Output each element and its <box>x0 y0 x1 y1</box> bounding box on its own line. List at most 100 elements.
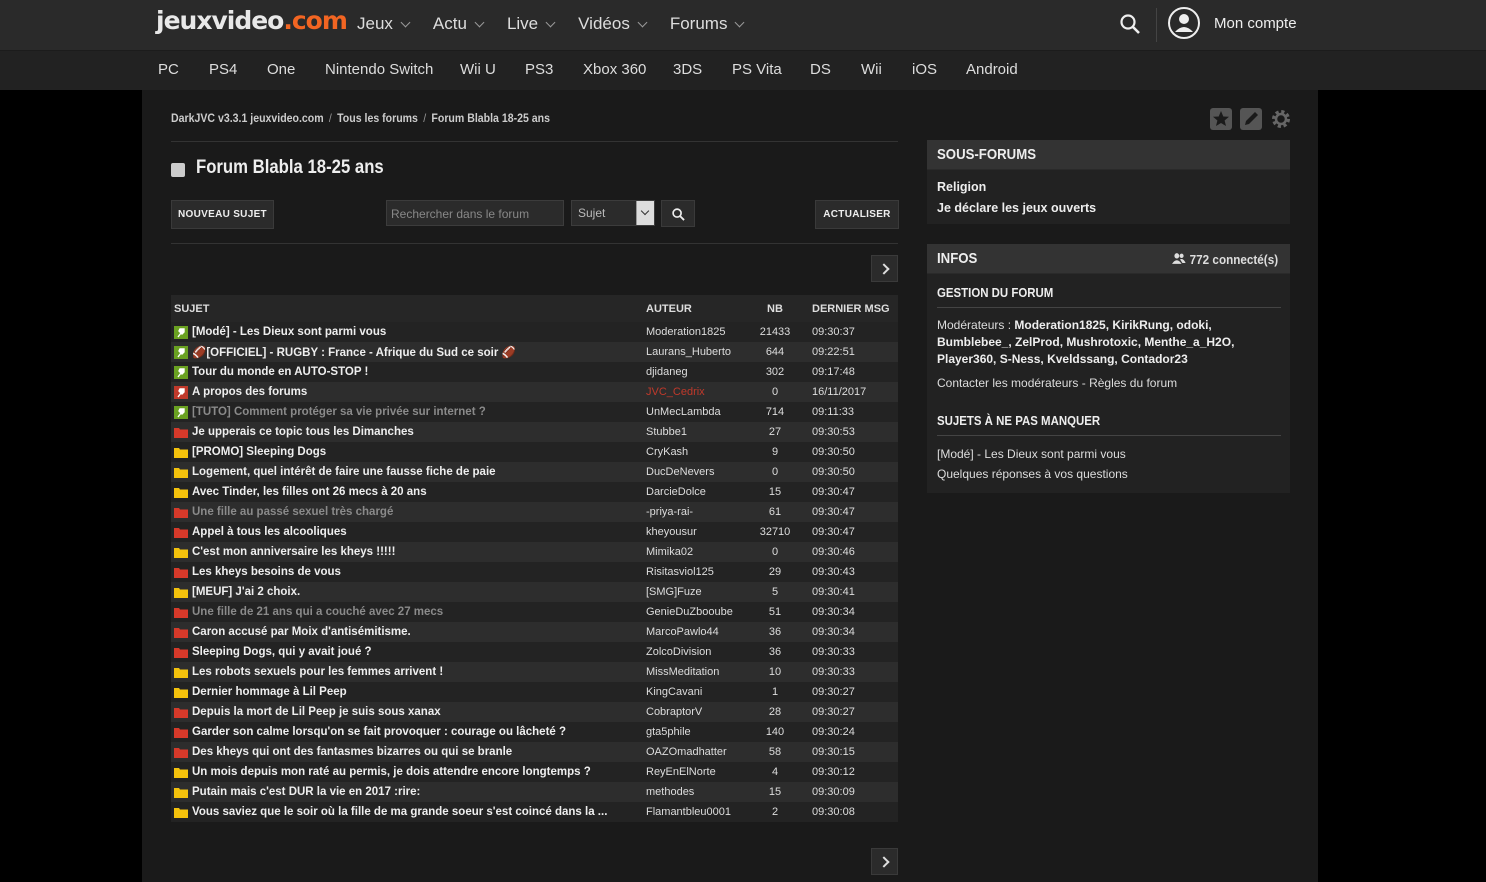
table-row[interactable]: Appel à tous les alcooliques kheyousur 327… <box>171 522 898 542</box>
topic-author[interactable]: -priya-rai- <box>646 502 746 522</box>
table-row[interactable]: Un mois depuis mon raté au permis, je do… <box>171 762 898 782</box>
topic-last-msg[interactable]: 09:30:47 <box>804 522 898 542</box>
topic-title-link[interactable]: Putain mais c'est DUR la vie en 2017 :ri… <box>188 786 420 798</box>
topic-title-link[interactable]: Une fille de 21 ans qui a couché avec 27… <box>188 606 443 618</box>
table-row[interactable]: Tour du monde en AUTO-STOP ! djidaneg 302 0… <box>171 362 898 382</box>
topic-title-link[interactable]: [TUTO] Comment protéger sa vie privée su… <box>188 406 486 418</box>
table-row[interactable]: C'est mon anniversaire les kheys !!!!! Mi… <box>171 542 898 562</box>
topic-author[interactable]: ZolcoDivision <box>646 642 746 662</box>
topic-author[interactable]: Moderation1825 <box>646 322 746 342</box>
platform-wiiu[interactable]: Wii U <box>460 61 496 78</box>
nav-videos[interactable]: Vidéos <box>578 14 648 34</box>
topic-last-msg[interactable]: 09:30:34 <box>804 622 898 642</box>
topic-title-link[interactable]: Un mois depuis mon raté au permis, je do… <box>188 766 591 778</box>
breadcrumb-forums[interactable]: Tous les forums <box>337 111 418 125</box>
col-last-msg[interactable]: DERNIER MSG <box>804 295 898 322</box>
topic-title-link[interactable]: [Modé] - Les Dieux sont parmi vous <box>188 326 386 338</box>
table-row[interactable]: Logement, quel intérêt de faire une faus… <box>171 462 898 482</box>
search-submit-button[interactable] <box>661 200 695 227</box>
topic-last-msg[interactable]: 09:30:08 <box>804 802 898 822</box>
topic-last-msg[interactable]: 09:30:50 <box>804 442 898 462</box>
topic-author[interactable]: Stubbe1 <box>646 422 746 442</box>
platform-ds[interactable]: DS <box>810 61 831 78</box>
table-row[interactable]: Une fille de 21 ans qui a couché avec 27… <box>171 602 898 622</box>
table-row[interactable]: Depuis la mort de Lil Peep je suis sous … <box>171 702 898 722</box>
table-row[interactable]: Caron accusé par Moix d'antisémitisme. Ma… <box>171 622 898 642</box>
topic-last-msg[interactable]: 09:30:34 <box>804 602 898 622</box>
search-icon[interactable] <box>1120 14 1140 34</box>
platform-one[interactable]: One <box>267 61 295 78</box>
table-row[interactable]: [Modé] - Les Dieux sont parmi vous Modera… <box>171 322 898 342</box>
topic-last-msg[interactable]: 09:30:27 <box>804 702 898 722</box>
new-topic-button[interactable]: NOUVEAU SUJET <box>171 200 274 229</box>
topic-last-msg[interactable]: 16/11/2017 <box>804 382 898 402</box>
nav-forums[interactable]: Forums <box>670 14 745 34</box>
search-type-select[interactable]: Sujet <box>571 200 655 226</box>
topic-last-msg[interactable]: 09:30:24 <box>804 722 898 742</box>
next-page-button[interactable] <box>871 255 898 282</box>
topic-last-msg[interactable]: 09:30:12 <box>804 762 898 782</box>
topic-author[interactable]: methodes <box>646 782 746 802</box>
topic-last-msg[interactable]: 09:30:37 <box>804 322 898 342</box>
topic-last-msg[interactable]: 09:30:33 <box>804 662 898 682</box>
topic-last-msg[interactable]: 09:11:33 <box>804 402 898 422</box>
table-row[interactable]: Putain mais c'est DUR la vie en 2017 :ri… <box>171 782 898 802</box>
must-see-link[interactable]: Quelques réponses à vos questions <box>937 466 1267 483</box>
topic-author[interactable]: KingCavani <box>646 682 746 702</box>
star-icon[interactable] <box>1210 108 1232 130</box>
topic-last-msg[interactable]: 09:30:47 <box>804 502 898 522</box>
topic-author[interactable]: Laurans_Huberto <box>646 342 746 362</box>
topic-author[interactable]: CobraptorV <box>646 702 746 722</box>
topic-last-msg[interactable]: 09:30:47 <box>804 482 898 502</box>
table-row[interactable]: A propos des forums JVC_Cedrix 0 16/11/2017 <box>171 382 898 402</box>
topic-title-link[interactable]: C'est mon anniversaire les kheys !!!!! <box>188 546 395 558</box>
table-row[interactable]: Vous saviez que le soir où la fille de m… <box>171 802 898 822</box>
nav-jeux[interactable]: Jeux <box>357 14 411 34</box>
platform-ps4[interactable]: PS4 <box>209 61 237 78</box>
topic-author[interactable]: gta5phile <box>646 722 746 742</box>
table-row[interactable]: [MEUF] J'ai 2 choix. [SMG]Fuze 5 09:30:41 <box>171 582 898 602</box>
pen-icon[interactable] <box>1240 108 1262 130</box>
platform-3ds[interactable]: 3DS <box>673 61 702 78</box>
platform-switch[interactable]: Nintendo Switch <box>325 61 433 78</box>
topic-last-msg[interactable]: 09:30:15 <box>804 742 898 762</box>
topic-title-link[interactable]: Caron accusé par Moix d'antisémitisme. <box>188 626 411 638</box>
topic-author[interactable]: DarcieDolce <box>646 482 746 502</box>
breadcrumb-ext[interactable]: DarkJVC v3.3.1 <box>171 111 247 125</box>
subforum-link[interactable]: Je déclare les jeux ouverts <box>937 201 1096 215</box>
topic-last-msg[interactable]: 09:30:09 <box>804 782 898 802</box>
topic-title-link[interactable]: Garder son calme lorsqu'on se fait provo… <box>188 726 566 738</box>
platform-xbox360[interactable]: Xbox 360 <box>583 61 646 78</box>
platform-android[interactable]: Android <box>966 61 1018 78</box>
topic-title-link[interactable]: Une fille au passé sexuel très chargé <box>188 506 393 518</box>
topic-title-link[interactable]: A propos des forums <box>188 386 307 398</box>
subforum-link[interactable]: Religion <box>937 180 986 194</box>
table-row[interactable]: [TUTO] Comment protéger sa vie privée su… <box>171 402 898 422</box>
topic-author[interactable]: JVC_Cedrix <box>646 382 746 402</box>
topic-author[interactable]: Mimika02 <box>646 542 746 562</box>
topic-title-link[interactable]: Les robots sexuels pour les femmes arriv… <box>188 666 443 678</box>
topic-author[interactable]: OAZOmadhatter <box>646 742 746 762</box>
table-row[interactable]: 🏈[OFFICIEL] - RUGBY : France - Afrique d… <box>171 342 898 362</box>
topic-author[interactable]: Flamantbleu0001 <box>646 802 746 822</box>
topic-title-link[interactable]: Tour du monde en AUTO-STOP ! <box>188 366 368 378</box>
topic-title-link[interactable]: Logement, quel intérêt de faire une faus… <box>188 466 496 478</box>
table-row[interactable]: Garder son calme lorsqu'on se fait provo… <box>171 722 898 742</box>
topic-last-msg[interactable]: 09:30:43 <box>804 562 898 582</box>
topic-last-msg[interactable]: 09:17:48 <box>804 362 898 382</box>
topic-author[interactable]: ReyEnElNorte <box>646 762 746 782</box>
topic-title-link[interactable]: Sleeping Dogs, qui y avait joué ? <box>188 646 372 658</box>
breadcrumb-current[interactable]: Forum Blabla 18-25 ans <box>431 111 550 125</box>
topic-title-link[interactable]: Avec Tinder, les filles ont 26 mecs à 20… <box>188 486 427 498</box>
topic-author[interactable]: GenieDuZbooube <box>646 602 746 622</box>
next-page-button[interactable] <box>871 848 898 875</box>
site-logo[interactable]: jeuxvideo.com <box>156 6 348 35</box>
platform-wii[interactable]: Wii <box>861 61 882 78</box>
table-row[interactable]: Avec Tinder, les filles ont 26 mecs à 20… <box>171 482 898 502</box>
topic-author[interactable]: DucDeNevers <box>646 462 746 482</box>
nav-live[interactable]: Live <box>507 14 556 34</box>
topic-title-link[interactable]: Vous saviez que le soir où la fille de m… <box>188 806 607 818</box>
topic-author[interactable]: [SMG]Fuze <box>646 582 746 602</box>
platform-ps3[interactable]: PS3 <box>525 61 553 78</box>
gear-icon[interactable] <box>1270 108 1292 130</box>
